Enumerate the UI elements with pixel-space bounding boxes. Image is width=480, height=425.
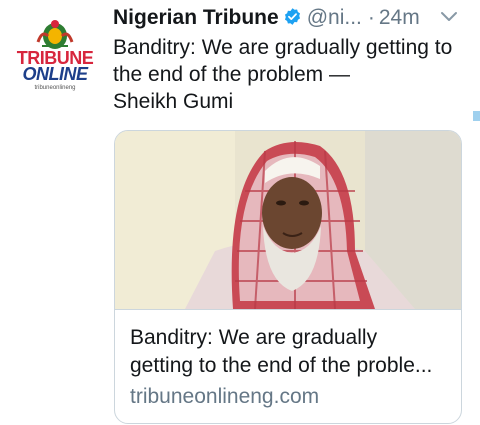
tweet-header: Nigerian Tribune @ni... · 24m — [113, 6, 420, 32]
card-title-line: getting to the end of the proble... — [130, 354, 433, 377]
tweet-text-line: Sheikh Gumi — [113, 90, 234, 113]
verified-badge-icon — [283, 7, 302, 26]
card-domain: tribuneonlineng.com — [130, 385, 320, 408]
separator-dot: · — [367, 6, 375, 29]
card-image — [115, 131, 461, 309]
tweet-text-line: the end of the problem — — [113, 63, 350, 86]
avatar-brand-line2: ONLINE — [22, 64, 88, 84]
card-title: Banditry: We are gradually getting to th… — [130, 324, 450, 380]
tweet-text: Banditry: We are gradually getting to th… — [113, 34, 473, 115]
tweet-text-line: Banditry: We are gradually getting to — [113, 36, 453, 59]
scroll-indicator — [473, 111, 480, 121]
avatar-brand-line3: tribuneonlineng — [34, 85, 76, 91]
chevron-down-icon[interactable] — [440, 10, 458, 24]
avatar[interactable]: TRIBUNE ONLINE tribuneonlineng — [12, 14, 98, 100]
author-name[interactable]: Nigerian Tribune — [113, 6, 279, 29]
link-card[interactable]: Banditry: We are gradually getting to th… — [114, 130, 462, 424]
tweet-time[interactable]: 24m — [379, 6, 420, 29]
card-divider — [115, 309, 461, 310]
author-handle[interactable]: @ni... — [307, 6, 362, 29]
card-title-line: Banditry: We are gradually — [130, 326, 378, 349]
